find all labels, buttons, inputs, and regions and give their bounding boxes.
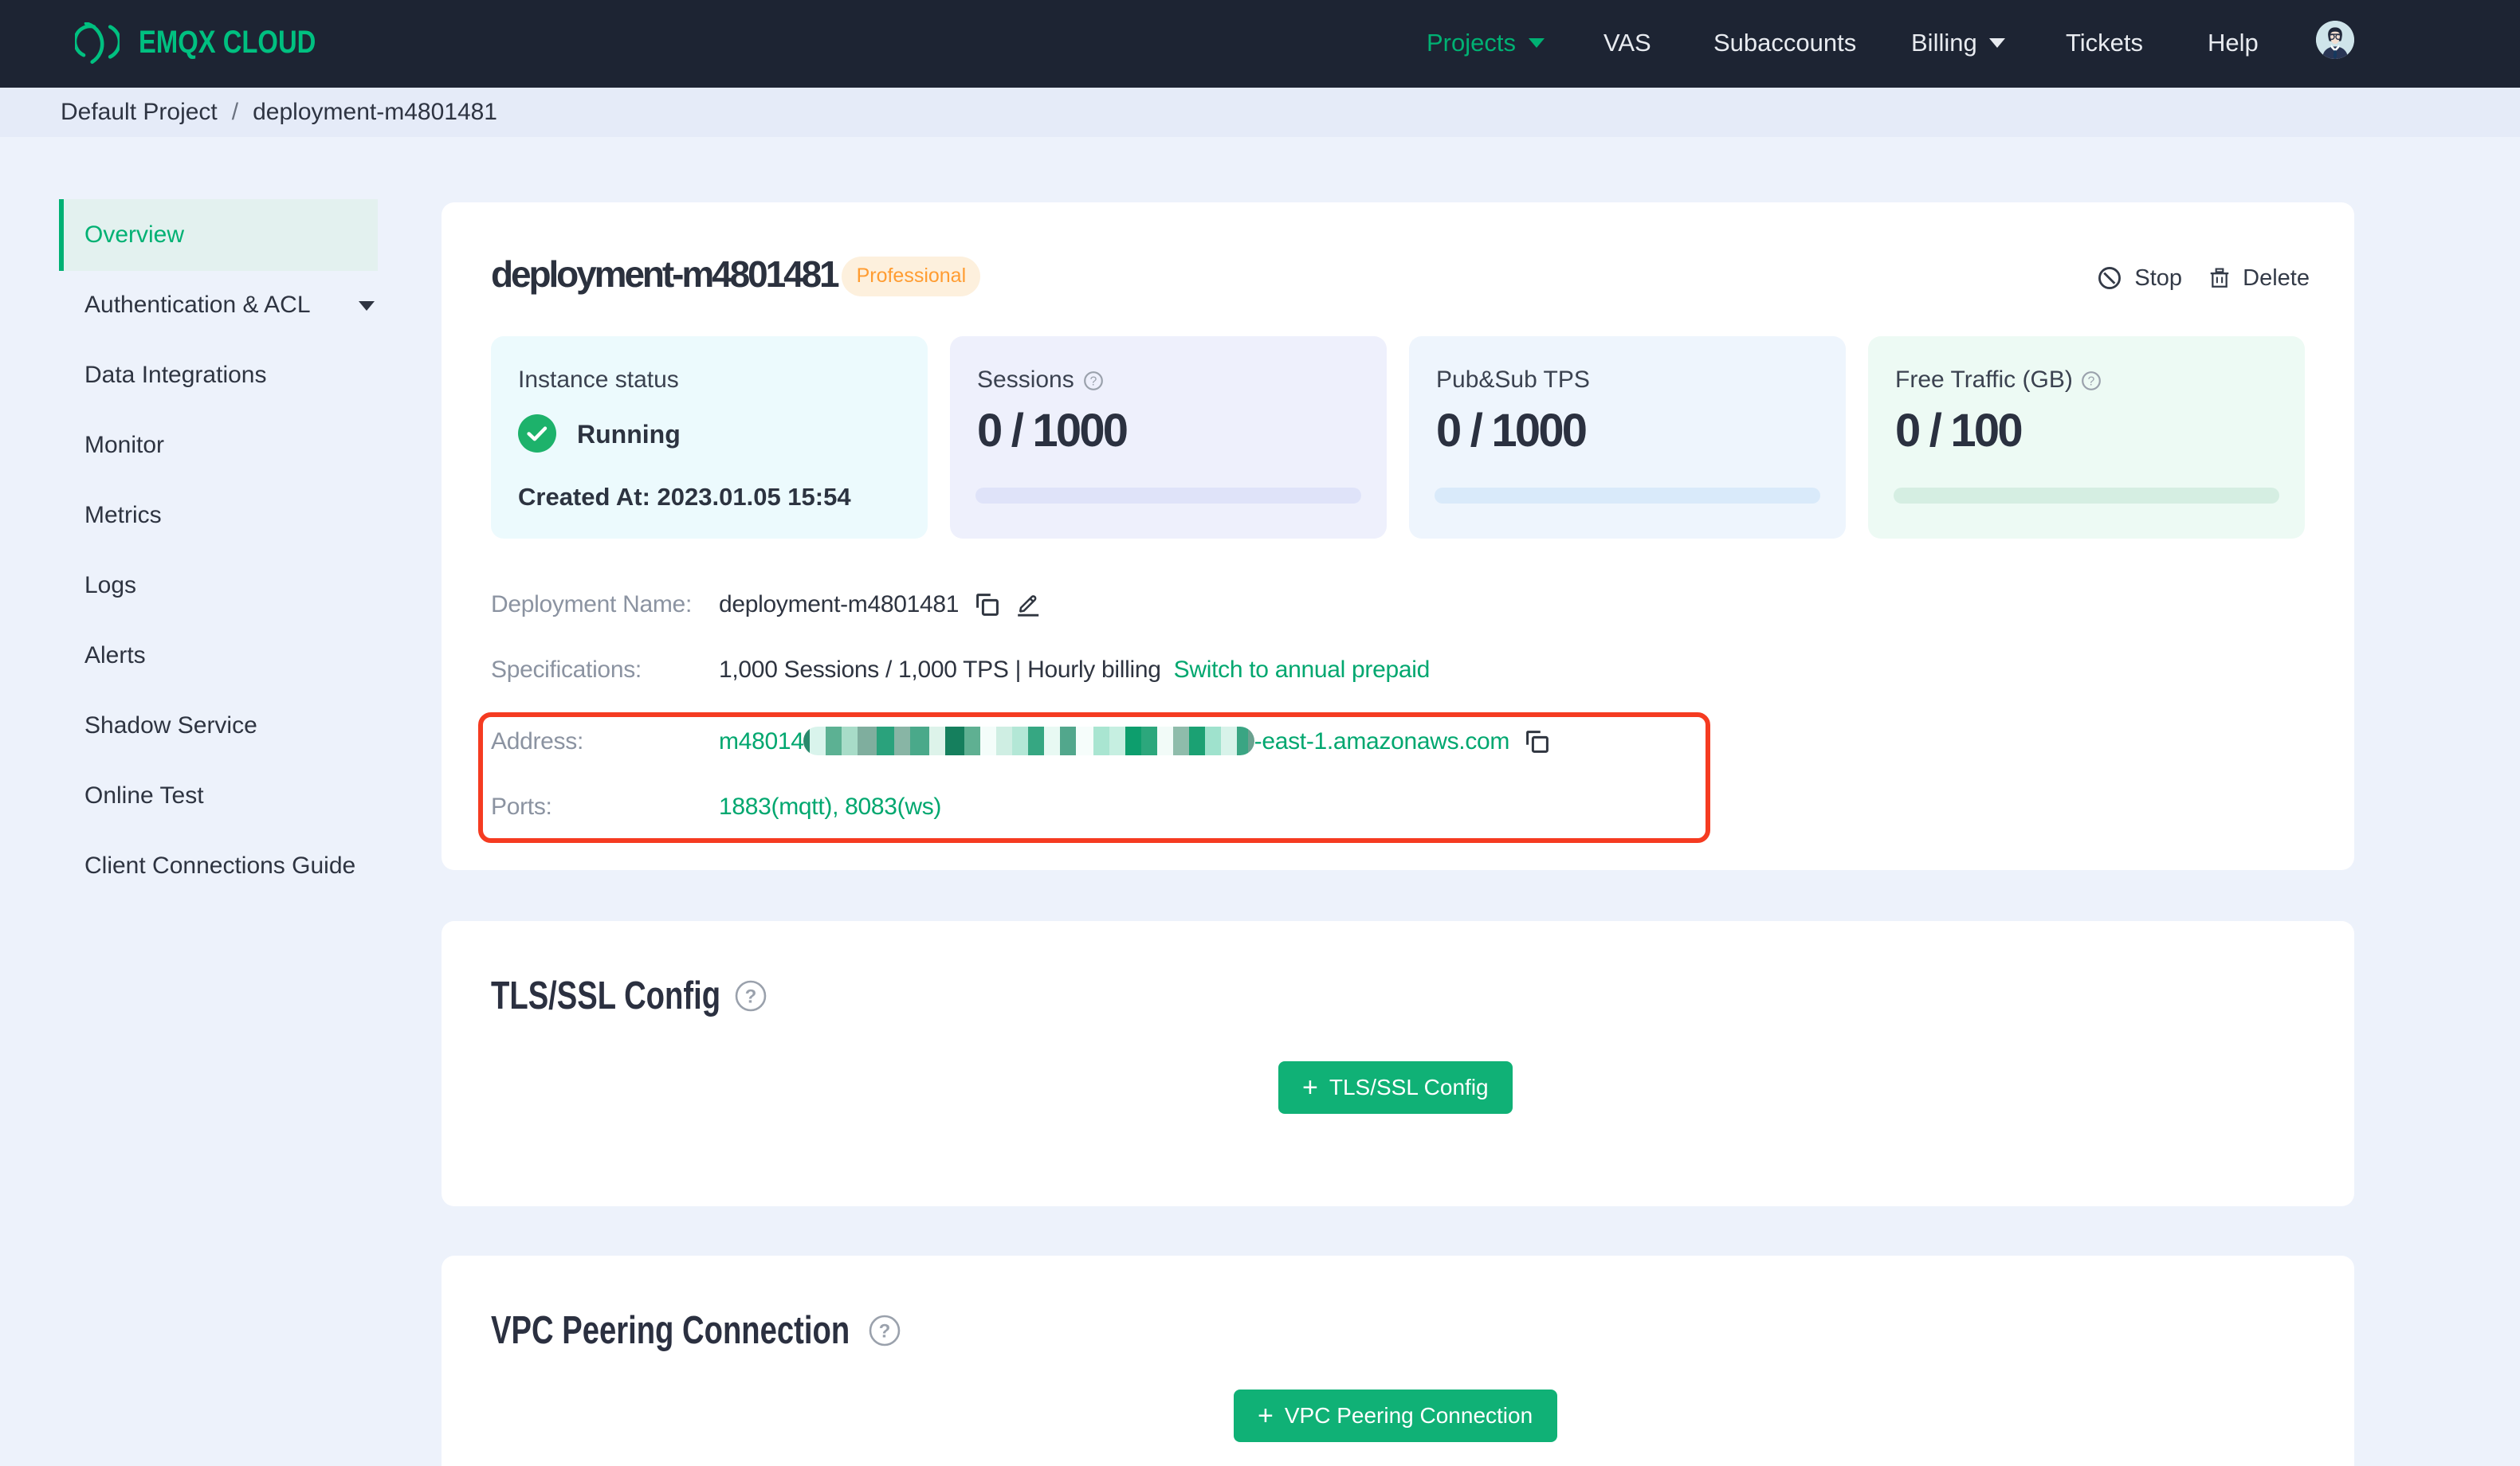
svg-text:?: ? <box>2089 374 2096 388</box>
svg-text:?: ? <box>1089 374 1097 388</box>
svg-text:?: ? <box>745 986 757 1007</box>
svg-text:?: ? <box>879 1320 891 1342</box>
